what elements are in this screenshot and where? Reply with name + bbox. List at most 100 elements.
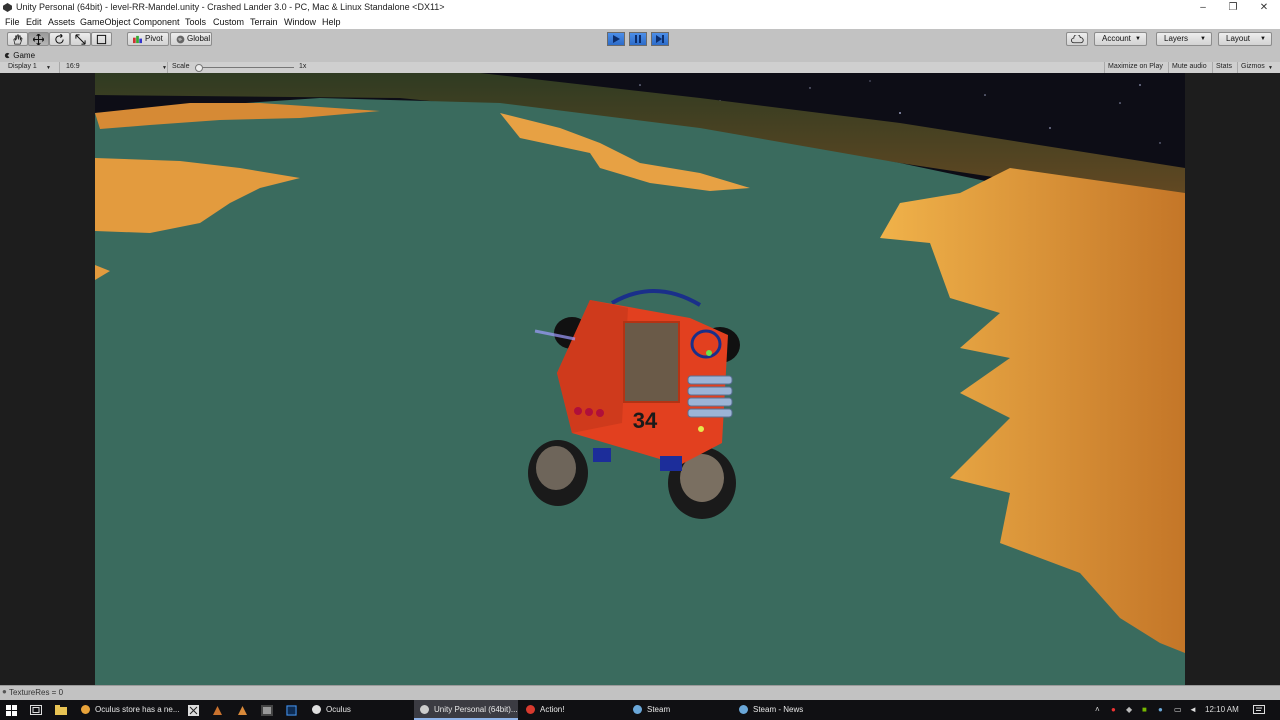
pivot-icon: [133, 35, 142, 44]
game-viewport[interactable]: 34: [0, 73, 1280, 685]
rotate-tool-button[interactable]: [49, 32, 70, 46]
file-explorer-icon[interactable]: [55, 705, 67, 715]
taskbar-item-action[interactable]: Action!: [520, 700, 624, 720]
layers-dropdown[interactable]: Layers ▼: [1156, 32, 1212, 46]
maximize-button[interactable]: ❐: [1217, 0, 1249, 15]
taskbar-item-label: Action!: [540, 705, 565, 714]
game-tab-bar: Game: [0, 50, 1280, 62]
rect-icon: [96, 34, 107, 45]
layout-dropdown[interactable]: Layout ▼: [1218, 32, 1272, 46]
chevron-down-icon: ▼: [1260, 36, 1266, 42]
chevron-down-icon: ▼: [1268, 65, 1273, 71]
app-icon[interactable]: [261, 705, 273, 716]
console-status-bar[interactable]: ● TextureRes = 0: [0, 685, 1280, 700]
menu-assets[interactable]: Assets: [48, 17, 75, 27]
scale-slider-thumb[interactable]: [195, 64, 203, 72]
game-render: 34: [0, 73, 1280, 685]
taskbar-item-unity[interactable]: Unity Personal (64bit)...: [414, 700, 518, 720]
notifications-icon[interactable]: [1253, 705, 1265, 715]
photoshop-icon[interactable]: [286, 705, 297, 716]
global-label: Global: [187, 34, 211, 43]
menu-file[interactable]: File: [5, 17, 20, 27]
tray-chevron-up-icon[interactable]: ˄: [1095, 700, 1100, 720]
aspect-dropdown[interactable]: 16:9: [66, 63, 80, 70]
play-button[interactable]: [607, 32, 625, 46]
chevron-down-icon: ▼: [1200, 36, 1206, 42]
step-icon: [656, 35, 664, 43]
hand-tool-button[interactable]: [7, 32, 28, 46]
app-icon[interactable]: [188, 705, 199, 716]
window-title: Unity Personal (64bit) - level-RR-Mandel…: [16, 2, 445, 12]
step-button[interactable]: [651, 32, 669, 46]
tray-app-icon[interactable]: ◆: [1126, 700, 1132, 720]
taskbar-item-label: Unity Personal (64bit)...: [434, 705, 518, 714]
rect-tool-button[interactable]: [91, 32, 112, 46]
menu-gameobject[interactable]: GameObject: [80, 17, 131, 27]
pivot-toggle[interactable]: Pivot: [127, 32, 169, 46]
menu-terrain[interactable]: Terrain: [250, 17, 278, 27]
taskbar-item-label: Steam: [647, 705, 671, 714]
display-dropdown[interactable]: Display 1: [8, 63, 37, 70]
console-message: TextureRes = 0: [9, 688, 64, 697]
windows-start-icon[interactable]: [6, 705, 17, 716]
menu-tools[interactable]: Tools: [185, 17, 206, 27]
scale-icon: [75, 34, 86, 45]
taskbar-clock[interactable]: 12:10 AM: [1205, 700, 1239, 720]
tray-nvidia-icon[interactable]: ■: [1142, 700, 1147, 720]
stats-toggle[interactable]: Stats: [1216, 63, 1232, 70]
chrome-icon: [81, 705, 90, 715]
letterbox-left: [0, 73, 95, 685]
rotate-icon: [55, 33, 64, 44]
scale-slider[interactable]: [195, 64, 294, 72]
maximize-on-play-toggle[interactable]: Maximize on Play: [1108, 63, 1163, 70]
menu-component[interactable]: Component: [133, 17, 180, 27]
letterbox-right: [1185, 73, 1280, 685]
mute-audio-toggle[interactable]: Mute audio: [1172, 63, 1207, 70]
layers-label: Layers: [1164, 34, 1189, 43]
taskbar-item-steam[interactable]: Steam: [627, 700, 731, 720]
toolbar: Pivot Global Account ▼ Layers ▼ Layout ▼: [0, 29, 1280, 51]
close-button[interactable]: ✕: [1248, 0, 1280, 15]
pause-icon: [635, 35, 641, 43]
unity-logo-icon: [3, 3, 12, 12]
pause-button[interactable]: [629, 32, 647, 46]
tray-steam-icon[interactable]: ●: [1158, 700, 1163, 720]
account-dropdown[interactable]: Account ▼: [1094, 32, 1147, 46]
cloud-button[interactable]: [1066, 32, 1088, 46]
steam-icon: [633, 705, 642, 715]
scale-tool-button[interactable]: [70, 32, 91, 46]
window-title-bar[interactable]: Unity Personal (64bit) - level-RR-Mandel…: [0, 0, 1280, 15]
move-tool-button[interactable]: [28, 32, 49, 46]
global-toggle[interactable]: Global: [170, 32, 212, 46]
app-icon[interactable]: [237, 705, 248, 716]
game-view-icon: [4, 52, 11, 59]
account-label: Account: [1102, 34, 1131, 43]
app-icon[interactable]: [212, 705, 223, 716]
taskbar-item-steam-news[interactable]: Steam - News: [733, 700, 837, 720]
gizmos-dropdown[interactable]: Gizmos: [1241, 63, 1265, 70]
oculus-icon: [312, 705, 321, 715]
scale-value: 1x: [299, 63, 307, 70]
chevron-down-icon: ▼: [1135, 36, 1141, 42]
menu-edit[interactable]: Edit: [26, 17, 42, 27]
move-icon: [32, 33, 45, 46]
tray-app-icon[interactable]: ●: [1111, 700, 1116, 720]
menu-custom[interactable]: Custom: [213, 17, 244, 27]
tray-volume-icon[interactable]: ◄: [1189, 700, 1197, 720]
minimize-button[interactable]: –: [1187, 0, 1219, 15]
chevron-down-icon: ▼: [46, 65, 51, 71]
cloud-icon: [1070, 34, 1084, 44]
windows-taskbar: Oculus store has a ne... Oculus Unity Pe…: [0, 700, 1280, 720]
tab-game[interactable]: Game: [4, 51, 35, 60]
action-record-icon: [526, 705, 535, 715]
menu-help[interactable]: Help: [322, 17, 341, 27]
task-view-icon[interactable]: [30, 705, 42, 715]
tray-network-icon[interactable]: ▭: [1174, 700, 1182, 720]
taskbar-item-oculus[interactable]: Oculus: [306, 700, 410, 720]
scale-label: Scale: [172, 63, 190, 70]
menu-window[interactable]: Window: [284, 17, 316, 27]
taskbar-item-chrome[interactable]: Oculus store has a ne...: [75, 700, 183, 720]
globe-icon: [176, 35, 185, 44]
layout-label: Layout: [1226, 34, 1251, 43]
steam-icon: [739, 705, 748, 715]
